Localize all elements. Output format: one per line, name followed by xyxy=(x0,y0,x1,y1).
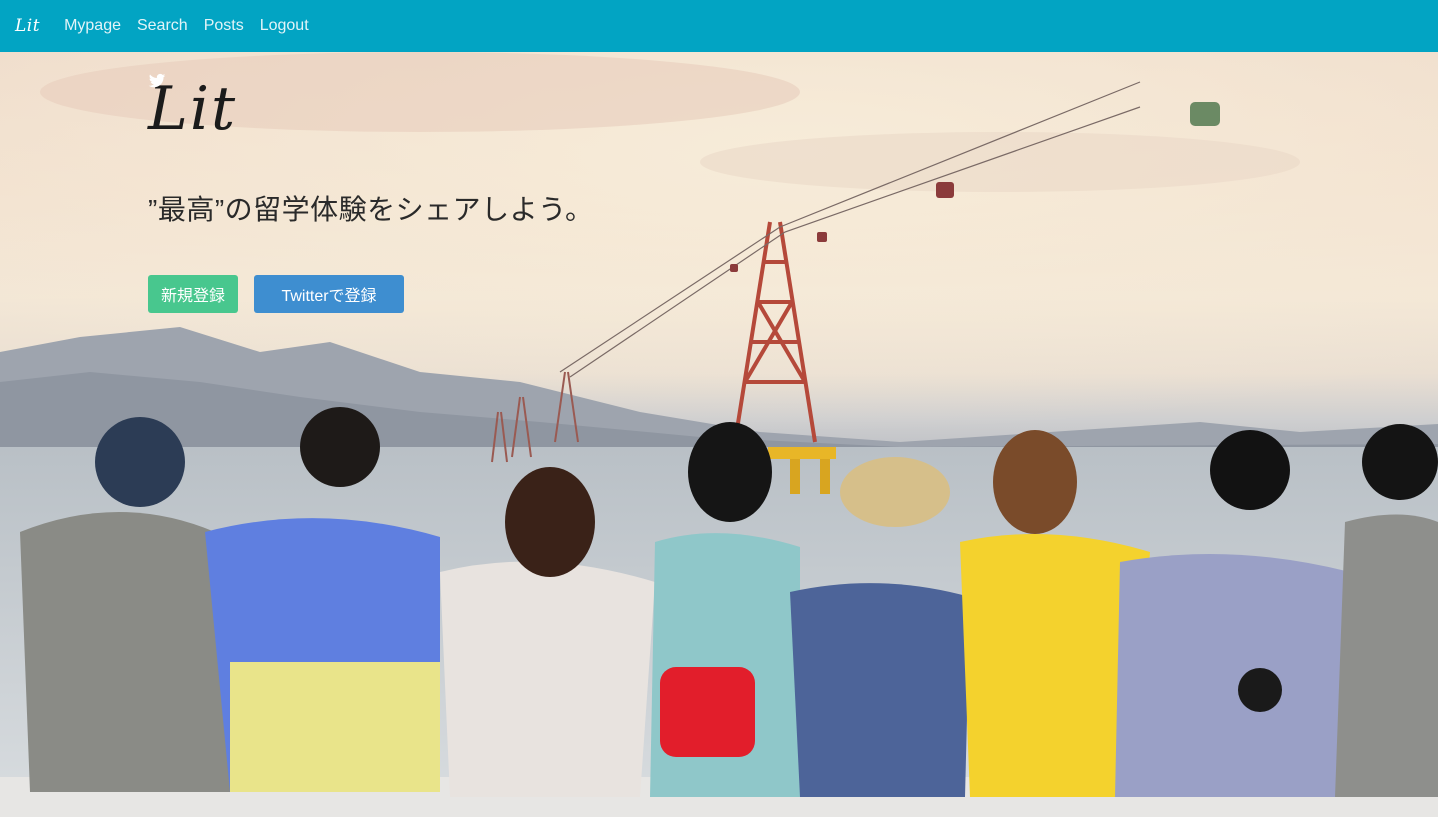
top-navbar: Lit Mypage Search Posts Logout xyxy=(0,0,1438,52)
person-grey-shirt-right xyxy=(1335,514,1438,797)
person-tie-dye-lower xyxy=(230,662,440,792)
twitter-bird-icon xyxy=(148,73,166,88)
cloud xyxy=(700,132,1300,192)
hero-tagline: ”最高”の留学体験をシェアしよう。 xyxy=(148,194,594,225)
camera xyxy=(1238,668,1282,712)
hero-logo: Lit xyxy=(148,74,238,144)
nav-link-mypage[interactable]: Mypage xyxy=(64,0,121,52)
twitter-register-label: Twitterで登録 xyxy=(281,288,377,305)
person-light-blue-shirt xyxy=(650,533,800,797)
register-button[interactable]: 新規登録 xyxy=(148,275,238,313)
register-button-label: 新規登録 xyxy=(160,288,225,305)
person-lavender-shirt xyxy=(1115,554,1350,797)
tower-base xyxy=(820,459,830,494)
hero-content: Lit ”最高”の留学体験をシェアしよう。 新規登録 Twitterで登録 xyxy=(148,72,593,313)
head xyxy=(688,422,772,522)
tower-platform xyxy=(768,447,836,459)
gondola xyxy=(936,182,954,198)
head xyxy=(993,430,1077,534)
person-denim-overall xyxy=(790,583,970,797)
person-grey-shirt xyxy=(20,512,235,792)
red-backpack xyxy=(660,667,755,757)
nav-link-search[interactable]: Search xyxy=(137,0,188,52)
person-striped-shirt xyxy=(440,561,655,797)
navbar-brand[interactable]: Lit xyxy=(15,16,40,36)
gondola xyxy=(1190,102,1220,126)
nav-link-logout[interactable]: Logout xyxy=(260,0,309,52)
twitter-register-button[interactable]: Twitterで登録 xyxy=(148,73,404,313)
gondola xyxy=(730,264,738,272)
nav-link-posts[interactable]: Posts xyxy=(204,0,244,52)
straw-hat xyxy=(840,457,950,527)
head xyxy=(505,467,595,577)
head xyxy=(1210,430,1290,510)
hero-button-row: 新規登録 Twitterで登録 xyxy=(148,73,593,313)
tower-base xyxy=(790,459,800,494)
hero-section: Lit ”最高”の留学体験をシェアしよう。 新規登録 Twitterで登録 xyxy=(0,52,1438,817)
cap xyxy=(95,417,185,507)
gondola xyxy=(817,232,827,242)
head xyxy=(300,407,380,487)
head xyxy=(1362,424,1438,500)
